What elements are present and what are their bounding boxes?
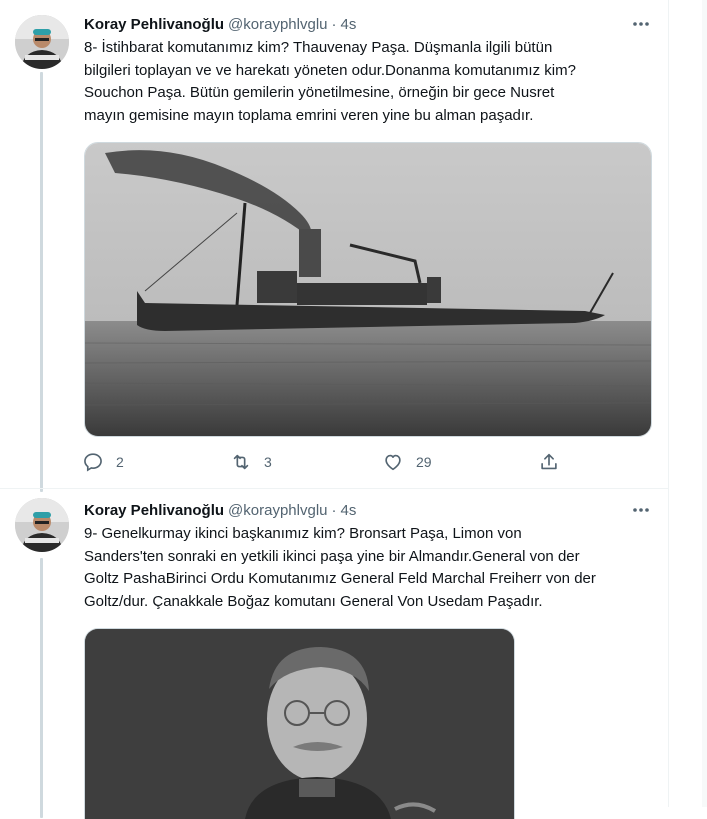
retweet-button[interactable]: 3 (230, 450, 272, 474)
avatar[interactable] (15, 15, 69, 69)
like-button[interactable]: 29 (382, 450, 432, 474)
scrollbar-track[interactable] (702, 0, 707, 807)
general-portrait-photo (85, 629, 514, 819)
tweet-actions: 2 3 29 (82, 450, 572, 474)
tweet-header: Koray Pehlivanoğlu @korayphlvglu · 4s (84, 14, 356, 34)
reply-button[interactable]: 2 (82, 450, 124, 474)
reply-count: 2 (116, 454, 124, 470)
tweet-header: Koray Pehlivanoğlu @korayphlvglu · 4s (84, 500, 356, 520)
share-icon (541, 453, 557, 470)
avatar[interactable] (15, 498, 69, 552)
tweet-timestamp[interactable]: 4s (341, 502, 357, 519)
separator-dot: · (331, 15, 337, 33)
author-handle[interactable]: @korayphlvglu (228, 16, 327, 33)
tweet-text: 9- Genelkurmay ikinci başkanımız kim? Br… (84, 525, 596, 610)
retweet-count: 3 (264, 454, 272, 470)
more-button[interactable] (630, 14, 652, 34)
reply-icon (84, 453, 102, 472)
share-button[interactable] (538, 450, 560, 474)
author-name[interactable]: Koray Pehlivanoğlu (84, 16, 224, 33)
tweet-media-image[interactable] (84, 628, 515, 819)
thread-line (40, 558, 43, 818)
author-handle[interactable]: @korayphlvglu (228, 502, 327, 519)
more-icon (633, 22, 649, 26)
tweet-timestamp[interactable]: 4s (341, 16, 357, 33)
thread-line (40, 72, 43, 492)
tweet-text: 8- İstihbarat komutanımız kim? Thauvenay… (84, 39, 576, 124)
like-icon (385, 454, 401, 471)
tweet-divider (0, 488, 668, 489)
separator-dot: · (331, 501, 337, 519)
retweet-icon (233, 454, 249, 470)
tweet-media-image[interactable] (84, 142, 652, 437)
column-divider (668, 0, 669, 807)
minelayer-ship-photo (85, 143, 651, 436)
more-icon (633, 508, 649, 512)
like-count: 29 (416, 454, 432, 470)
more-button[interactable] (630, 500, 652, 520)
author-name[interactable]: Koray Pehlivanoğlu (84, 502, 224, 519)
